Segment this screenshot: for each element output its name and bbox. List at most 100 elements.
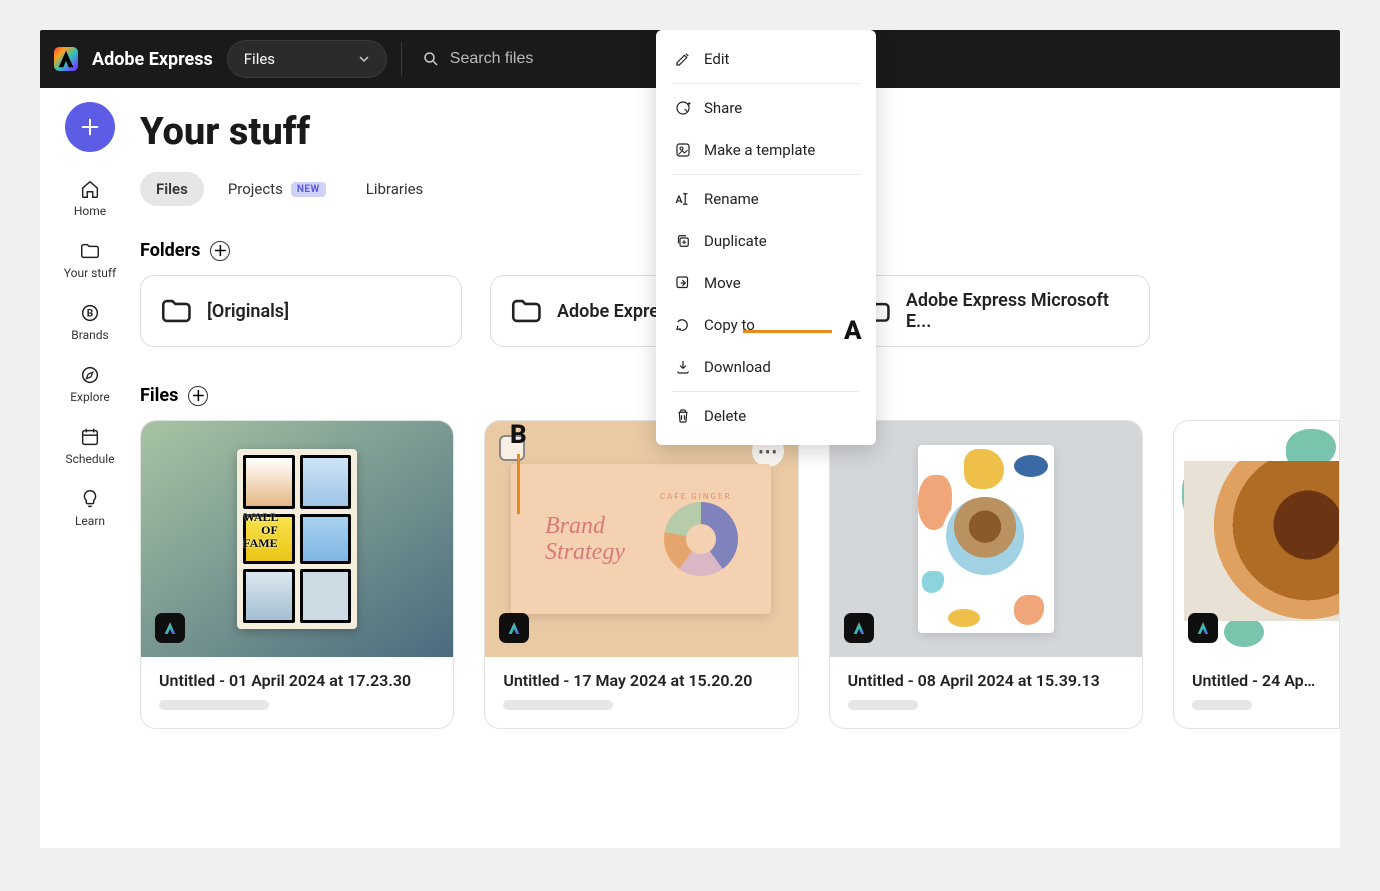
context-menu-download[interactable]: Download (656, 346, 876, 388)
file-card[interactable]: WALL OF FAME Untitled - 01 April 2024 at… (140, 420, 454, 729)
file-title: Untitled - 17 May 2024 at 15.20.20 (503, 671, 779, 690)
files-context-dropdown[interactable]: Files (227, 40, 387, 78)
annotation-b: B (510, 420, 527, 514)
brand-name: Adobe Express (92, 49, 213, 70)
rename-icon: A (674, 190, 692, 208)
svg-text:A: A (676, 193, 683, 206)
sidebar-item-home[interactable]: Home (45, 170, 135, 226)
tab-libraries[interactable]: Libraries (350, 172, 440, 206)
subtitle-skeleton (848, 700, 918, 710)
new-badge: NEW (291, 182, 326, 197)
tab-label: Libraries (366, 180, 424, 198)
context-menu-label: Delete (704, 407, 746, 425)
context-menu-label: Duplicate (704, 232, 767, 250)
context-menu-make-template[interactable]: Make a template (656, 129, 876, 171)
file-card[interactable]: Untitled - 08 April 2024 at 15.39.13 (829, 420, 1143, 729)
add-file-button[interactable]: ＋ (188, 386, 208, 406)
adobe-express-badge-icon (1188, 613, 1218, 643)
sidebar-item-label: Brands (71, 328, 108, 342)
context-menu-move[interactable]: Move (656, 262, 876, 304)
folder-name: Adobe Express Microsoft E... (906, 290, 1131, 332)
tab-label: Files (156, 180, 188, 198)
section-title: Folders (140, 240, 200, 261)
compass-icon (79, 364, 101, 386)
svg-text:+: + (688, 101, 692, 108)
files-context-label: Files (244, 50, 275, 68)
section-title: Files (140, 385, 178, 406)
sidebar-item-label: Explore (70, 390, 110, 404)
logo-icon (55, 48, 77, 70)
menu-separator (672, 174, 860, 175)
plus-icon (79, 116, 101, 138)
sidebar-item-explore[interactable]: Explore (45, 356, 135, 412)
file-thumbnail: WALL OF FAME (141, 421, 453, 657)
file-thumbnail (830, 421, 1142, 657)
files-row: WALL OF FAME Untitled - 01 April 2024 at… (140, 420, 1340, 729)
context-menu-edit[interactable]: Edit (656, 38, 876, 80)
file-thumbnail (1174, 421, 1340, 657)
annotation-line (743, 330, 832, 333)
context-menu: Edit + Share Make a template A Rename Du… (656, 30, 876, 445)
sidebar: Home Your stuff B Brands Explore Schedul… (40, 88, 140, 848)
sidebar-item-your-stuff[interactable]: Your stuff (45, 232, 135, 288)
add-folder-button[interactable]: ＋ (210, 241, 230, 261)
adobe-express-badge-icon (499, 613, 529, 643)
context-menu-delete[interactable]: Delete (656, 395, 876, 437)
tab-label: Projects (228, 180, 283, 198)
context-menu-share[interactable]: + Share (656, 87, 876, 129)
thumb-text: FAME (243, 537, 278, 550)
calendar-icon (79, 426, 101, 448)
search-icon (422, 50, 440, 68)
menu-separator (672, 83, 860, 84)
context-menu-label: Share (704, 99, 742, 117)
tab-projects[interactable]: Projects NEW (212, 172, 342, 206)
copy-to-icon (674, 316, 692, 334)
sidebar-item-label: Schedule (65, 452, 114, 466)
subtitle-skeleton (1192, 700, 1252, 710)
sidebar-item-brands[interactable]: B Brands (45, 294, 135, 350)
sidebar-item-learn[interactable]: Learn (45, 480, 135, 536)
annotation-label: A (844, 316, 862, 346)
divider (401, 42, 402, 76)
context-menu-label: Rename (704, 190, 759, 208)
home-icon (79, 178, 101, 200)
thumb-text: Strategy (545, 539, 625, 565)
file-title: Untitled - 01 April 2024 at 17.23.30 (159, 671, 435, 690)
menu-separator (672, 391, 860, 392)
file-title: Untitled - 24 April 2 (1192, 671, 1321, 690)
context-menu-label: Make a template (704, 141, 815, 159)
context-menu-duplicate[interactable]: Duplicate (656, 220, 876, 262)
duplicate-icon (674, 232, 692, 250)
folder-card[interactable]: Adobe Express Microsoft E... (840, 275, 1150, 347)
context-menu-label: Edit (704, 50, 729, 68)
download-icon (674, 358, 692, 376)
move-icon (674, 274, 692, 292)
template-icon (674, 141, 692, 159)
adobe-express-logo (54, 47, 78, 71)
lightbulb-icon (79, 488, 101, 510)
context-menu-rename[interactable]: A Rename (656, 178, 876, 220)
folder-card[interactable]: [Originals] (140, 275, 462, 347)
file-thumbnail: ⋯ Brand Strategy CAFE GINGER (485, 421, 797, 657)
subtitle-skeleton (159, 700, 269, 710)
sidebar-item-schedule[interactable]: Schedule (45, 418, 135, 474)
sidebar-item-label: Learn (75, 514, 105, 528)
folder-icon (159, 294, 193, 328)
brands-icon: B (79, 302, 101, 324)
sidebar-item-label: Your stuff (64, 266, 116, 280)
file-card[interactable]: ⋯ Brand Strategy CAFE GINGER Untitle (484, 420, 798, 729)
context-menu-label: Move (704, 274, 741, 292)
folder-name: [Originals] (207, 301, 289, 322)
context-menu-label: Download (704, 358, 771, 376)
folder-name: Adobe Expre (557, 301, 659, 322)
adobe-express-badge-icon (844, 613, 874, 643)
file-card[interactable]: Untitled - 24 April 2 (1173, 420, 1340, 729)
folder-icon (509, 294, 543, 328)
thumb-text: CAFE GINGER (660, 492, 732, 501)
annotation-line (517, 454, 520, 514)
tab-files[interactable]: Files (140, 172, 204, 206)
annotation-a: A (743, 316, 862, 346)
thumb-text: Brand (545, 513, 625, 539)
create-new-button[interactable] (65, 102, 115, 152)
sidebar-item-label: Home (74, 204, 106, 218)
